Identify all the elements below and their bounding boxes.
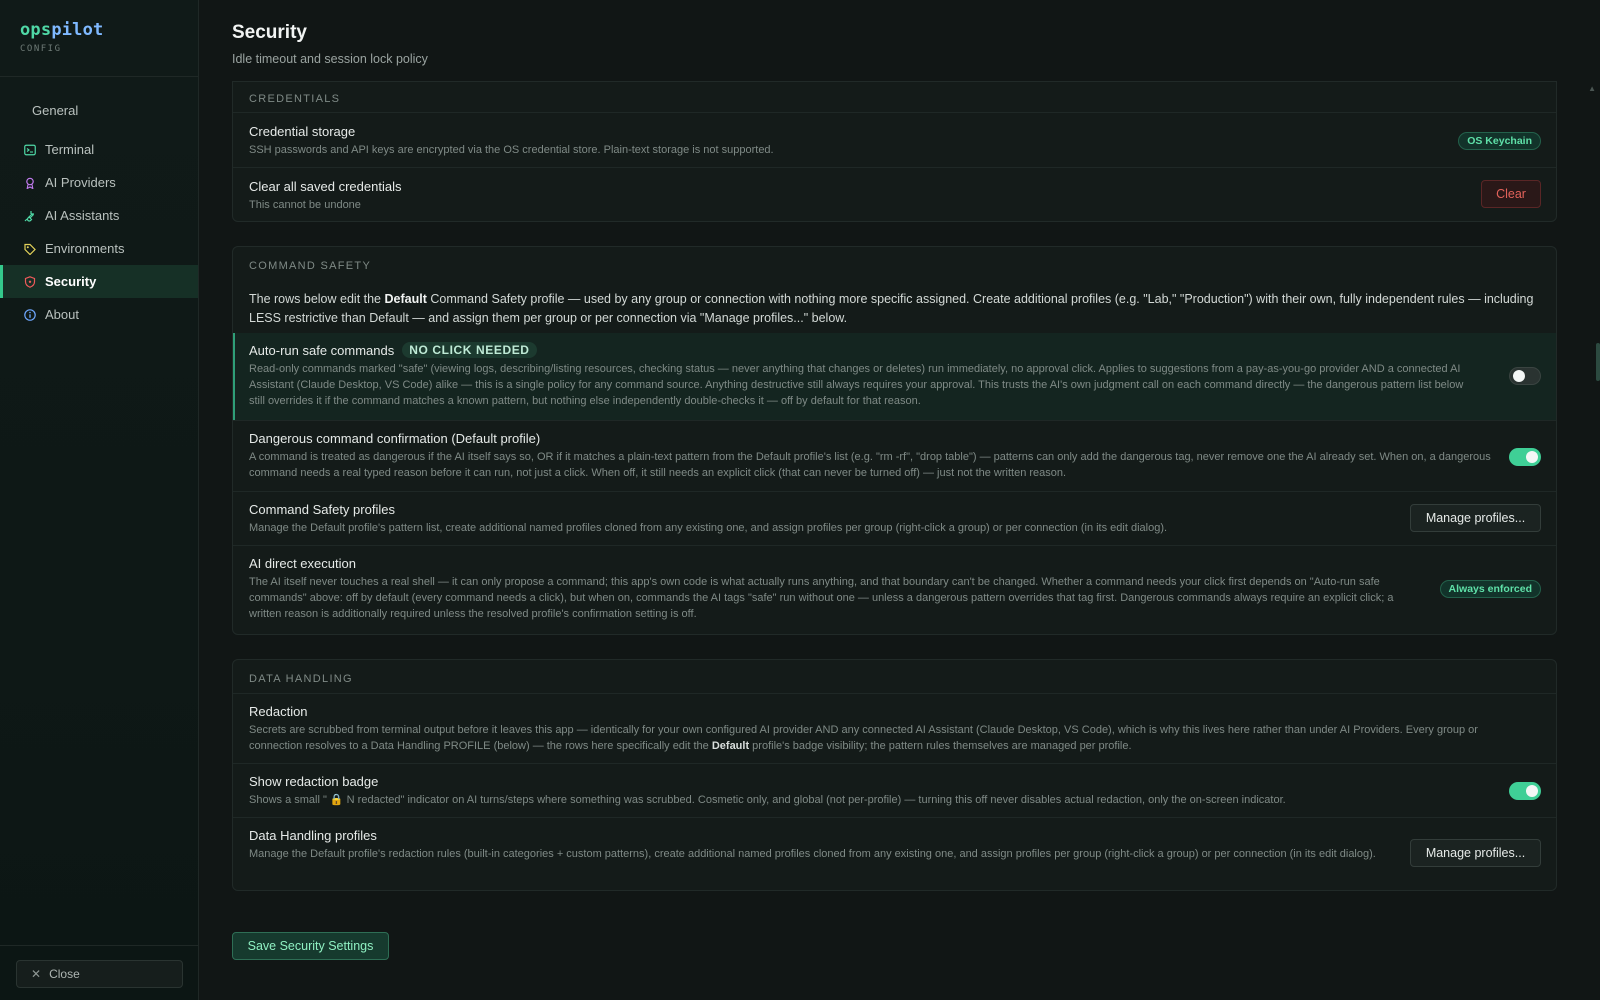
redaction-desc-b: profile's badge visibility; the pattern … [749,740,1132,752]
sidebar-item-label: About [45,307,79,322]
danger-confirm-desc: A command is treated as dangerous if the… [249,451,1491,479]
section-heading-command-safety: COMMAND SAFETY [249,260,372,272]
credential-storage-desc: SSH passwords and API keys are encrypted… [249,144,774,156]
logo-text-a: ops [20,20,52,40]
sidebar-item-environments[interactable]: Environments [0,232,198,265]
page-header: Security Idle timeout and session lock p… [232,22,428,66]
sidebar-item-label: AI Assistants [45,208,120,223]
data-handling-card: DATA HANDLING Redaction Secrets are scru… [232,659,1557,891]
danger-confirm-toggle[interactable] [1509,448,1541,466]
scrollbar-thumb[interactable] [1596,343,1600,381]
clear-credentials-title: Clear all saved credentials [249,179,402,194]
command-profiles-title: Command Safety profiles [249,502,395,517]
intro-text-bold: Default [384,292,427,306]
info-icon [24,308,36,321]
close-label: Close [49,967,80,981]
command-safety-intro: The rows below edit the Default Command … [249,290,1539,328]
shield-icon [24,275,36,288]
terminal-icon [24,144,36,156]
clear-credentials-desc: This cannot be undone [249,199,361,211]
data-profiles-row: Data Handling profiles Manage the Defaul… [233,817,1556,890]
clear-credentials-button[interactable]: Clear [1481,180,1541,208]
manage-command-profiles-button[interactable]: Manage profiles... [1410,504,1541,532]
redaction-badge-desc: Shows a small " 🔒 N redacted" indicator … [249,794,1286,806]
auto-run-title-text: Auto-run safe commands [249,343,395,358]
close-button[interactable]: ✕ Close [16,960,183,988]
logo-text-b: pilot [51,20,104,40]
section-heading-data-handling: DATA HANDLING [249,673,353,685]
ai-direct-execution-title: AI direct execution [249,556,356,571]
auto-run-toggle[interactable] [1509,367,1541,385]
redaction-title: Redaction [249,704,308,719]
section-heading-credentials: CREDENTIALS [249,93,341,105]
app-logo: opspilot [20,20,178,40]
redaction-row: Redaction Secrets are scrubbed from term… [233,693,1556,763]
toggle-knob [1526,785,1538,797]
toggle-knob [1513,370,1525,382]
danger-confirm-title: Dangerous command confirmation (Default … [249,431,541,446]
auto-run-desc: Read-only commands marked "safe" (viewin… [249,363,1464,407]
sidebar-item-ai-assistants[interactable]: AI Assistants [0,199,198,232]
intro-text-b: Command Safety profile — used by any gro… [249,292,1534,325]
clear-credentials-row: Clear all saved credentials This cannot … [233,167,1556,222]
save-security-settings-button[interactable]: Save Security Settings [232,932,389,960]
sidebar-item-label: Terminal [45,142,95,157]
main-content: Security Idle timeout and session lock p… [200,0,1600,1000]
redaction-badge-toggle[interactable] [1509,782,1541,800]
page-subtitle: Idle timeout and session lock policy [232,52,428,66]
sidebar-item-label: Security [45,274,97,289]
logo-subtitle: CONFIG [20,44,62,54]
redaction-badge-title: Show redaction badge [249,774,379,789]
danger-confirm-row: Dangerous command confirmation (Default … [233,420,1556,491]
sidebar-item-about[interactable]: About [0,298,198,331]
credentials-card: CREDENTIALS Credential storage SSH passw… [232,81,1557,222]
ai-direct-execution-desc: The AI itself never touches a real shell… [249,576,1394,620]
command-safety-card: COMMAND SAFETY The rows below edit the D… [232,246,1557,635]
auto-run-title: Auto-run safe commands NO CLICK NEEDED [249,342,537,358]
intro-text-a: The rows below edit the [249,292,385,306]
sidebar-item-label: Environments [45,241,125,256]
ribbon-icon [24,177,36,189]
tag-icon [24,243,36,255]
page-title: Security [232,22,307,43]
sidebar-item-label: AI Providers [45,175,116,190]
sidebar-nav: General Terminal AI Providers AI Assista… [0,77,198,331]
plug-icon [24,210,36,222]
sidebar-item-terminal[interactable]: Terminal [0,133,198,166]
sidebar-item-security[interactable]: Security [0,265,198,298]
redaction-badge-row: Show redaction badge Shows a small " 🔒 N… [233,763,1556,817]
sidebar: opspilot CONFIG General Terminal AI Prov… [0,0,199,1000]
credential-storage-title: Credential storage [249,124,356,139]
always-enforced-badge: Always enforced [1439,580,1541,598]
os-keychain-badge: OS Keychain [1458,132,1541,150]
scrollbar[interactable] [1594,84,1600,1000]
brand: opspilot CONFIG [0,0,198,77]
manage-data-profiles-button[interactable]: Manage profiles... [1410,839,1541,867]
redaction-desc: Secrets are scrubbed from terminal outpu… [249,722,1529,754]
redaction-desc-bold: Default [711,740,750,752]
close-icon: ✕ [31,967,42,981]
sidebar-item-ai-providers[interactable]: AI Providers [0,166,198,199]
command-profiles-row: Command Safety profiles Manage the Defau… [233,491,1556,545]
credential-storage-row: Credential storage SSH passwords and API… [233,112,1556,167]
ai-direct-execution-row: AI direct execution The AI itself never … [233,545,1556,634]
toggle-knob [1526,451,1538,463]
no-click-needed-badge: NO CLICK NEEDED [402,342,537,358]
auto-run-row: Auto-run safe commands NO CLICK NEEDED Re… [233,333,1556,420]
data-profiles-title: Data Handling profiles [249,828,377,843]
divider [0,945,199,946]
command-profiles-desc: Manage the Default profile's pattern lis… [249,522,1168,534]
data-profiles-desc: Manage the Default profile's redaction r… [249,848,1376,860]
sidebar-item-general[interactable]: General [0,99,198,123]
